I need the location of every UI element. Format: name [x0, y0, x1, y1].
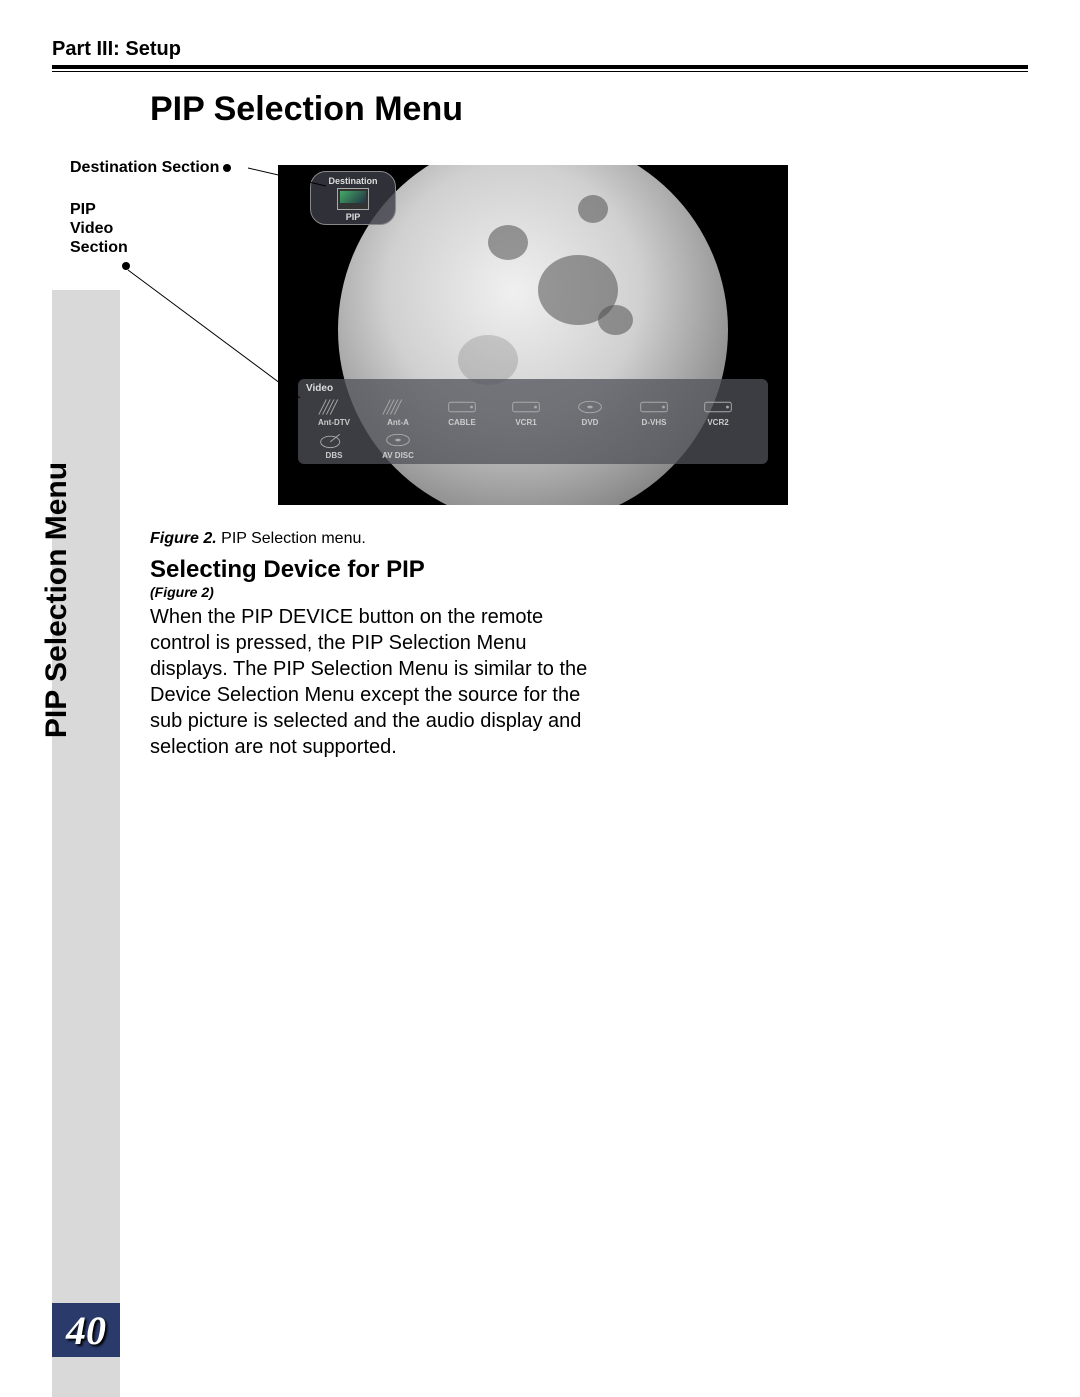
video-source-dbs[interactable]: DBS [306, 429, 362, 460]
video-source-dvd[interactable]: DVD [562, 396, 618, 427]
callout-dot-icon [223, 164, 231, 172]
video-source-vcr1[interactable]: VCR1 [498, 396, 554, 427]
video-source-av-disc[interactable]: AV DISC [370, 429, 426, 460]
figure-screenshot: Destination PIP Video Ant-DTV Ant-A CABLE V… [278, 165, 788, 505]
video-source-ant-a[interactable]: Ant-A [370, 396, 426, 427]
section-figure-ref: (Figure 2) [150, 584, 214, 600]
annotation-destination-text: Destination Section [70, 159, 219, 176]
tv-icon [337, 188, 369, 210]
device-icon [378, 396, 418, 418]
device-icon [634, 396, 674, 418]
figure-caption-text: PIP Selection menu. [221, 530, 366, 547]
video-source-label: D-VHS [642, 418, 667, 427]
video-row-1: Ant-DTV Ant-A CABLE VCR1 DVD D-VHS VCR2 [306, 396, 760, 427]
page-number-badge: 40 [52, 1303, 120, 1357]
video-source-cable[interactable]: CABLE [434, 396, 490, 427]
video-source-label: CABLE [448, 418, 476, 427]
side-tab-label: PIP Selection Menu [40, 400, 74, 800]
destination-panel: Destination PIP [310, 171, 396, 225]
page-header: Part III: Setup [52, 38, 1028, 72]
video-row-2: DBS AV DISC [306, 429, 760, 460]
section-body: When the PIP DEVICE button on the remote… [150, 604, 590, 760]
figure-caption-label: Figure 2. [150, 530, 217, 547]
video-panel: Video Ant-DTVAnt-ACABLEVCR1DVDD-VHSVCR2 … [298, 379, 768, 464]
rule-thin [52, 71, 1028, 72]
video-source-label: Ant-DTV [318, 418, 350, 427]
video-source-label: AV DISC [382, 451, 414, 460]
video-source-ant-dtv[interactable]: Ant-DTV [306, 396, 362, 427]
device-icon [314, 396, 354, 418]
rule-thick [52, 65, 1028, 69]
section-heading: Selecting Device for PIP [150, 556, 425, 584]
device-icon [378, 429, 418, 451]
video-source-label: VCR2 [707, 418, 728, 427]
video-source-label: Ant-A [387, 418, 409, 427]
destination-panel-title: Destination [328, 176, 377, 186]
video-source-vcr2[interactable]: VCR2 [690, 396, 746, 427]
annotation-destination: Destination Section [70, 158, 231, 177]
page-title: PIP Selection Menu [150, 90, 463, 129]
device-icon [314, 429, 354, 451]
device-icon [698, 396, 738, 418]
part-label: Part III: Setup [52, 38, 1028, 61]
video-source-d-vhs[interactable]: D-VHS [626, 396, 682, 427]
annotation-pip-video-text: PIP Video Section [70, 201, 128, 256]
video-source-label: DBS [326, 451, 343, 460]
device-icon [442, 396, 482, 418]
device-icon [570, 396, 610, 418]
video-panel-title: Video [306, 383, 760, 394]
pip-label: PIP [346, 212, 361, 222]
annotation-pip-video: PIP Video Section [70, 200, 160, 258]
device-icon [506, 396, 546, 418]
figure-caption: Figure 2. PIP Selection menu. [150, 530, 366, 548]
video-source-label: DVD [582, 418, 599, 427]
callout-dot-icon [122, 262, 130, 270]
video-source-label: VCR1 [515, 418, 536, 427]
